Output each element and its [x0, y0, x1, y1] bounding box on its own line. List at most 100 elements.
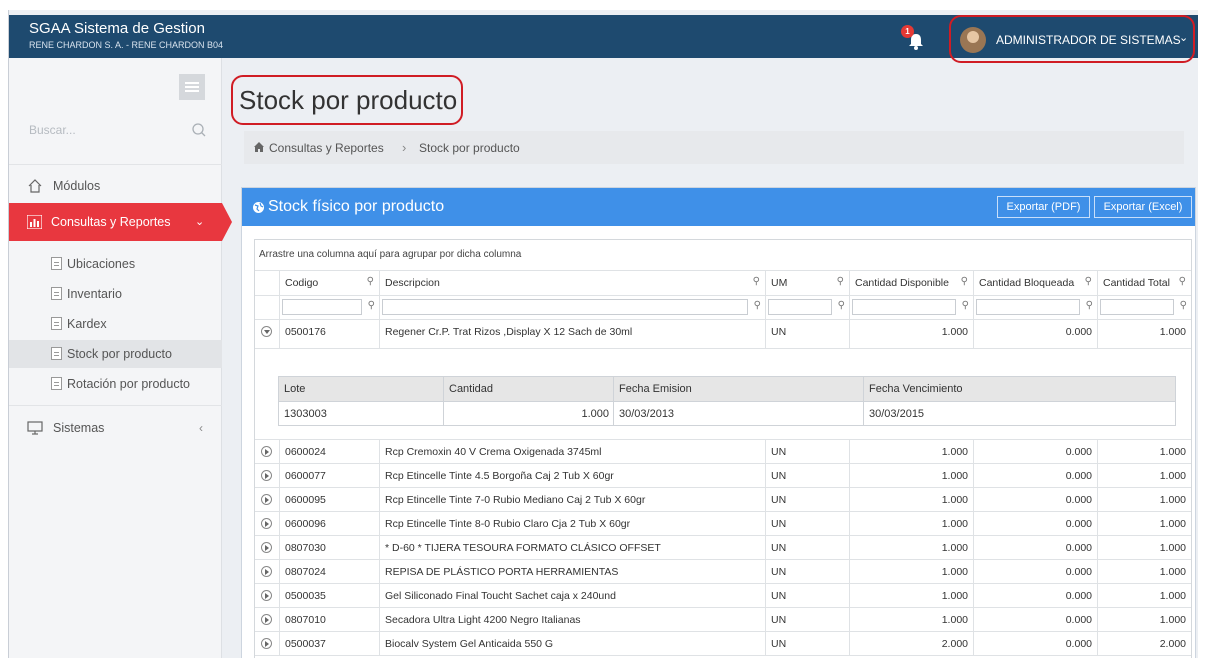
- filter-input-um[interactable]: [768, 299, 832, 315]
- table-row[interactable]: 0500037 Biocalv System Gel Anticaida 550 …: [255, 632, 1191, 656]
- table-row[interactable]: 0600077 Rcp Etincelle Tinte 4.5 Borgoña C…: [255, 464, 1191, 488]
- filter-pin-icon[interactable]: ⚲: [837, 276, 844, 287]
- expand-row-icon[interactable]: [261, 518, 272, 529]
- column-header-um[interactable]: UM ⚲: [765, 271, 849, 295]
- sidebar-item-label: Consultas y Reportes: [51, 215, 171, 229]
- sidebar-item-sistemas[interactable]: Sistemas ‹: [9, 413, 222, 443]
- sidebar-item-consultas-reportes[interactable]: Consultas y Reportes ⌄: [9, 203, 232, 241]
- detail-cell-fecha-vencimiento: 30/03/2015: [863, 402, 1175, 425]
- filter-pin-icon[interactable]: ⚲: [962, 300, 969, 311]
- table-cell-um: UN: [765, 632, 849, 655]
- collapse-row-icon[interactable]: [261, 326, 272, 337]
- filter-pin-icon[interactable]: ⚲: [1179, 276, 1186, 287]
- expand-row-icon[interactable]: [261, 542, 272, 553]
- expand-row-icon[interactable]: [261, 470, 272, 481]
- table-row[interactable]: 0600095 Rcp Etincelle Tinte 7-0 Rubio Med…: [255, 488, 1191, 512]
- filter-pin-icon[interactable]: ⚲: [754, 300, 761, 311]
- table-row[interactable]: 0500176 Regener Cr.P. Trat Rizos ,Display…: [255, 320, 1191, 349]
- table-cell-total: 1.000: [1097, 560, 1191, 583]
- search-icon[interactable]: [191, 122, 207, 138]
- detail-grid: Lote Cantidad Fecha Emision Fecha Vencim…: [278, 376, 1176, 426]
- expand-row-icon[interactable]: [261, 590, 272, 601]
- sidebar-subitem-inventario[interactable]: Inventario: [9, 280, 222, 308]
- filter-pin-icon[interactable]: ⚲: [1180, 300, 1187, 311]
- sidebar-subitem-ubicaciones[interactable]: Ubicaciones: [9, 250, 222, 278]
- filter-cell-cantidad-bloqueada: ⚲: [973, 296, 1097, 319]
- filter-pin-icon[interactable]: ⚲: [367, 276, 374, 287]
- table-cell-um: UN: [765, 560, 849, 583]
- table-cell-total: 1.000: [1097, 512, 1191, 535]
- home-icon[interactable]: [253, 141, 265, 153]
- filter-cell-cantidad-disponible: ⚲: [849, 296, 973, 319]
- column-header-codigo[interactable]: Codigo ⚲: [279, 271, 379, 295]
- column-header-cantidad-total[interactable]: Cantidad Total ⚲: [1097, 271, 1191, 295]
- user-name: ADMINISTRADOR DE SISTEMAS: [996, 33, 1181, 47]
- expand-row-icon[interactable]: [261, 494, 272, 505]
- filter-pin-icon[interactable]: ⚲: [961, 276, 968, 287]
- notifications-bell[interactable]: 1: [901, 25, 927, 52]
- expand-row-icon[interactable]: [261, 566, 272, 577]
- avatar: [960, 27, 986, 53]
- table-cell-um: UN: [765, 440, 849, 463]
- user-menu[interactable]: ADMINISTRADOR DE SISTEMAS ⌄: [949, 15, 1195, 63]
- table-cell-descripcion: * D-60 * TIJERA TESOURA FORMATO CLÁSICO …: [379, 536, 765, 559]
- filter-pin-icon[interactable]: ⚲: [1086, 300, 1093, 311]
- filter-input-descripcion[interactable]: [382, 299, 748, 315]
- detail-header-fecha-vencimiento[interactable]: Fecha Vencimiento: [863, 377, 1175, 401]
- export-excel-button[interactable]: Exportar (Excel): [1094, 196, 1192, 218]
- filter-pin-icon[interactable]: ⚲: [368, 300, 375, 311]
- sidebar-item-modulos[interactable]: Módulos: [9, 171, 222, 201]
- detail-header-label: Fecha Vencimiento: [869, 383, 963, 395]
- filter-input-cantidad-disponible[interactable]: [852, 299, 956, 315]
- cell-value: UN: [771, 470, 787, 482]
- table-cell-bloqueada: 0.000: [973, 560, 1097, 583]
- column-header-descripcion[interactable]: Descripcion ⚲: [379, 271, 765, 295]
- table-row[interactable]: 0807010 Secadora Ultra Light 4200 Negro I…: [255, 608, 1191, 632]
- expander-cell: [255, 512, 279, 535]
- cell-value: 1.000: [1159, 326, 1186, 338]
- filter-pin-icon[interactable]: ⚲: [753, 276, 760, 287]
- header-cell-expander: [255, 271, 279, 295]
- group-by-hint[interactable]: Arrastre una columna aquí para agrupar p…: [259, 249, 521, 260]
- sidebar-subitem-rotacion-por-producto[interactable]: Rotación por producto: [9, 370, 222, 398]
- expander-cell: [255, 584, 279, 607]
- filter-pin-icon[interactable]: ⚲: [1085, 276, 1092, 287]
- menu-toggle-button[interactable]: [179, 74, 205, 100]
- filter-pin-icon[interactable]: ⚲: [838, 300, 845, 311]
- filter-input-cantidad-bloqueada[interactable]: [976, 299, 1080, 315]
- table-cell-um: UN: [765, 512, 849, 535]
- detail-header-lote[interactable]: Lote: [279, 377, 443, 401]
- table-cell-disponible: 1.000: [849, 488, 973, 511]
- filter-input-codigo[interactable]: [282, 299, 362, 315]
- column-header-cantidad-bloqueada[interactable]: Cantidad Bloqueada ⚲: [973, 271, 1097, 295]
- detail-header-cantidad[interactable]: Cantidad: [443, 377, 613, 401]
- export-pdf-button[interactable]: Exportar (PDF): [997, 196, 1090, 218]
- column-header-label: UM: [771, 277, 788, 289]
- detail-cell-fecha-emision: 30/03/2013: [613, 402, 863, 425]
- column-header-label: Codigo: [285, 277, 319, 289]
- column-header-cantidad-disponible[interactable]: Cantidad Disponible ⚲: [849, 271, 973, 295]
- sidebar-subitem-stock-por-producto[interactable]: Stock por producto: [9, 340, 222, 368]
- breadcrumb-link[interactable]: Consultas y Reportes: [269, 141, 384, 155]
- sidebar-item-label: Sistemas: [53, 421, 105, 435]
- cell-value: 1.000: [941, 566, 968, 578]
- cell-value: UN: [771, 494, 787, 506]
- table-row[interactable]: 0807024 REPISA DE PLÁSTICO PORTA HERRAMIE…: [255, 560, 1191, 584]
- cell-value: UN: [771, 542, 787, 554]
- table-row[interactable]: 0600096 Rcp Etincelle Tinte 8-0 Rubio Cla…: [255, 512, 1191, 536]
- search-input[interactable]: Buscar...: [29, 123, 76, 137]
- filter-input-cantidad-total[interactable]: [1100, 299, 1174, 315]
- expand-row-icon[interactable]: [261, 638, 272, 649]
- detail-area: Lote Cantidad Fecha Emision Fecha Vencim…: [255, 349, 1191, 440]
- expand-row-icon[interactable]: [261, 614, 272, 625]
- cell-value: 0.000: [1065, 542, 1092, 554]
- cell-value: 0807024: [285, 566, 326, 578]
- table-row[interactable]: 0807030 * D-60 * TIJERA TESOURA FORMATO C…: [255, 536, 1191, 560]
- cell-value: 1.000: [1159, 470, 1186, 482]
- detail-header-fecha-emision[interactable]: Fecha Emision: [613, 377, 863, 401]
- sidebar-subitem-kardex[interactable]: Kardex: [9, 310, 222, 338]
- table-row[interactable]: 0600024 Rcp Cremoxin 40 V Crema Oxigenada…: [255, 440, 1191, 464]
- expand-row-icon[interactable]: [261, 446, 272, 457]
- sidebar-search[interactable]: Buscar...: [19, 116, 214, 146]
- table-row[interactable]: 0500035 Gel Siliconado Final Toucht Sache…: [255, 584, 1191, 608]
